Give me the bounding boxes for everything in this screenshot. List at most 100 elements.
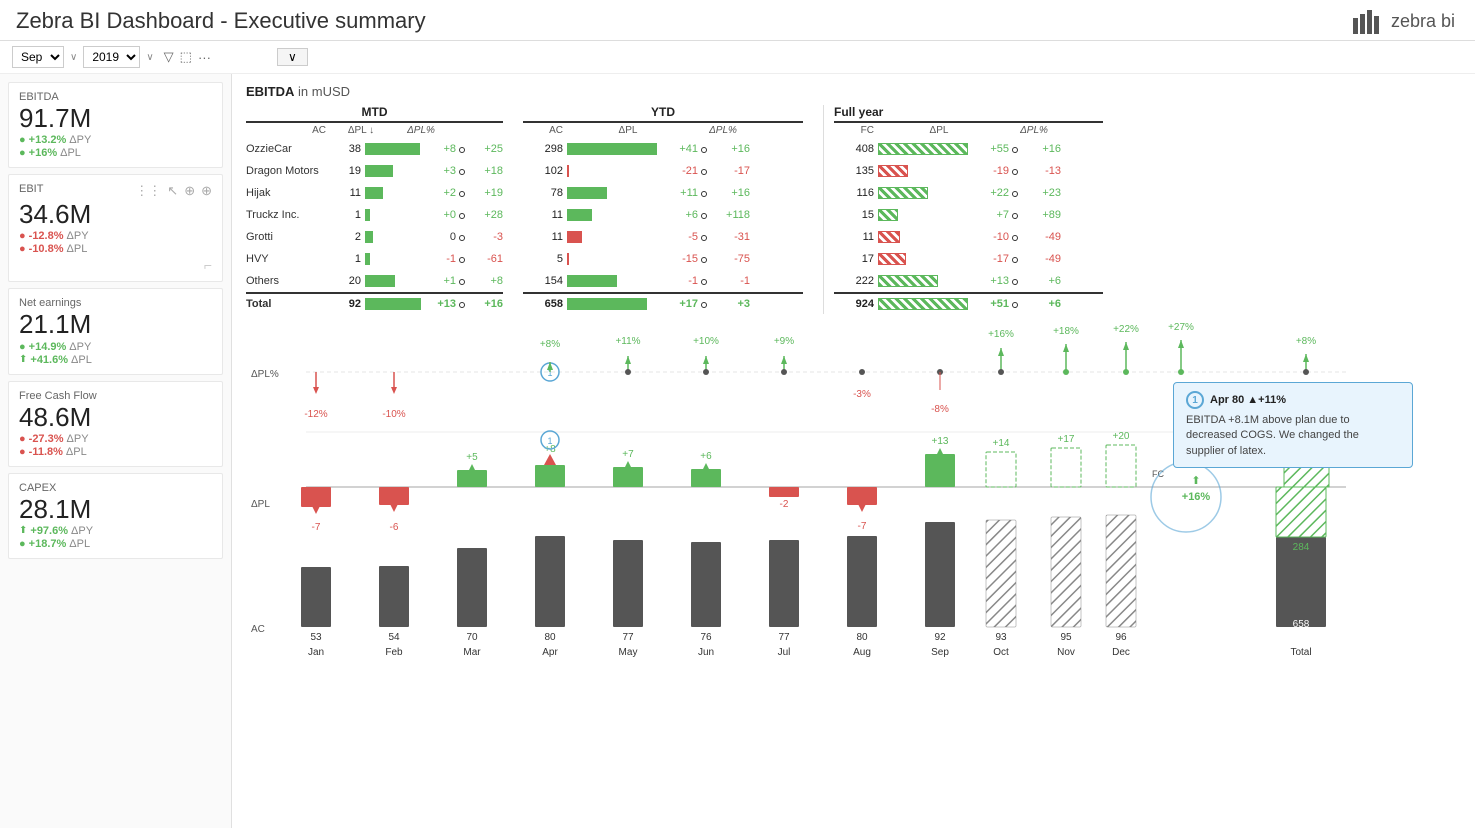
ytd-bar [563, 209, 663, 221]
ytd-bar [563, 143, 663, 155]
ytd-pct: -31 [710, 231, 750, 243]
svg-text:76: 76 [700, 632, 712, 643]
more-icon[interactable]: ··· [198, 50, 211, 65]
kpi-label-net-earnings: Net earnings [19, 297, 212, 309]
svg-text:1: 1 [547, 436, 552, 446]
svg-text:May: May [619, 647, 638, 658]
svg-text:-7: -7 [312, 522, 321, 533]
mtd-bar [361, 231, 421, 243]
mtd-ac: 1 [336, 253, 361, 265]
ytd-pct: -75 [710, 253, 750, 265]
svg-text:96: 96 [1115, 632, 1127, 643]
fy-fc: 924 [834, 298, 874, 310]
svg-text:+17: +17 [1058, 434, 1075, 445]
fy-fc: 116 [834, 187, 874, 199]
drag-icon[interactable]: ⋮⋮ [135, 183, 161, 199]
table-row: 17 -17 -49 [834, 248, 1103, 270]
table-row: 408 +55 +16 [834, 138, 1103, 160]
table-row: Dragon Motors 19 +3 +18 [246, 160, 503, 182]
kpi-metric-ne-py: ●+14.9%ΔPY [19, 341, 212, 353]
mtd-dot [456, 186, 468, 200]
kpi-card-ebit: EBIT ⋮⋮ ↖ ⊕ ⊕ 34.6M ●-12.8%ΔPY ●-10.8%ΔP… [8, 174, 223, 282]
export-icon[interactable]: ⬚ [180, 49, 192, 65]
fy-pct: +16 [1021, 143, 1061, 155]
mtd-dot [456, 297, 468, 311]
svg-text:-8%: -8% [931, 404, 949, 415]
svg-text:Oct: Oct [993, 647, 1009, 658]
table-row: 11 -10 -49 [834, 226, 1103, 248]
mtd-ac: 1 [336, 209, 361, 221]
ytd-dot [698, 274, 710, 288]
ytd-bar [563, 187, 663, 199]
annotation-box: 1 Apr 80 ▲+11% EBITDA +8.1M above plan d… [1173, 382, 1413, 468]
fy-bar [874, 209, 974, 221]
fy-pct: +6 [1021, 275, 1061, 287]
table-row: 154 -1 -1 [523, 270, 803, 292]
kpi-value-ebit: 34.6M [19, 199, 212, 230]
svg-text:+13: +13 [932, 436, 949, 447]
fy-dpl: +55 [974, 143, 1009, 155]
fy-bar [874, 275, 974, 287]
fy-fc: 17 [834, 253, 874, 265]
row-name: Dragon Motors [246, 165, 336, 177]
bar-chart-icon [1351, 8, 1383, 34]
ytd-dpl: +41 [663, 143, 698, 155]
svg-text:Dec: Dec [1112, 647, 1130, 658]
ytd-pct: +16 [710, 187, 750, 199]
svg-text:⬆: ⬆ [1191, 475, 1200, 487]
fy-bar [874, 231, 974, 243]
mtd-bar [361, 298, 421, 310]
mtd-pct: +18 [468, 165, 503, 177]
svg-text:93: 93 [995, 632, 1007, 643]
filter-icon[interactable]: ▽ [164, 49, 174, 65]
table-row: 11 -5 -31 [523, 226, 803, 248]
mtd-bar [361, 253, 421, 265]
table-row: 116 +22 +23 [834, 182, 1103, 204]
mtd-pct: -3 [468, 231, 503, 243]
fy-fc: 222 [834, 275, 874, 287]
month-select[interactable]: SepOctNov [12, 46, 64, 68]
page-title: Zebra BI Dashboard - Executive summary [16, 8, 426, 34]
year-select[interactable]: 20192018 [83, 46, 140, 68]
mtd-ac: 38 [336, 143, 361, 155]
ytd-dpl: +17 [663, 298, 698, 310]
row-name: Others [246, 275, 336, 287]
kpi-metric-ebitda-py: ●+13.2%ΔPY [19, 134, 212, 146]
table-section: MTD AC ΔPL ↓ ΔPL% OzzieCar 38 +8 +25 Dra… [246, 105, 1463, 314]
table-row: Truckz Inc. 1 +0 +28 [246, 204, 503, 226]
kpi-metric-capex-pl: ●+18.7%ΔPL [19, 538, 212, 550]
mtd-bar [361, 275, 421, 287]
collapse-button[interactable]: ∨ [277, 48, 308, 66]
table-row: 5 -15 -75 [523, 248, 803, 270]
svg-text:+10%: +10% [693, 336, 719, 347]
ytd-dpl: +6 [663, 209, 698, 221]
svg-text:-2: -2 [780, 499, 789, 510]
svg-text:Aug: Aug [853, 647, 871, 658]
ebitda-unit: in mUSD [298, 84, 350, 99]
ytd-pct: +16 [710, 143, 750, 155]
more-options-icon[interactable]: ⊕ [201, 183, 212, 199]
svg-text:AC: AC [251, 624, 265, 635]
mtd-dpl: +1 [421, 275, 456, 287]
fy-dpl: -17 [974, 253, 1009, 265]
table-row: OzzieCar 38 +8 +25 [246, 138, 503, 160]
ytd-dpl: -1 [663, 275, 698, 287]
annotation-title-text: Apr 80 ▲+11% [1210, 394, 1286, 406]
ebit-icons: ⋮⋮ ↖ ⊕ ⊕ [135, 183, 212, 199]
mtd-pct: +8 [468, 275, 503, 287]
fy-dpl: +7 [974, 209, 1009, 221]
mtd-ac: 92 [336, 298, 361, 310]
fy-pct: -13 [1021, 165, 1061, 177]
svg-text:Jun: Jun [698, 647, 714, 658]
svg-text:70: 70 [466, 632, 478, 643]
table-row: 102 -21 -17 [523, 160, 803, 182]
svg-text:+22%: +22% [1113, 324, 1139, 335]
fy-fc: 135 [834, 165, 874, 177]
kpi-metrics-fcf: ●-27.3%ΔPY ●-11.8%ΔPL [19, 433, 212, 458]
svg-text:-10%: -10% [382, 409, 405, 420]
expand-icon[interactable]: ⊕ [184, 183, 195, 199]
ytd-bar [563, 275, 663, 287]
zebra-logo: zebra bi [1351, 8, 1455, 34]
table-row: 222 +13 +6 [834, 270, 1103, 292]
svg-text:Total: Total [1290, 647, 1311, 658]
